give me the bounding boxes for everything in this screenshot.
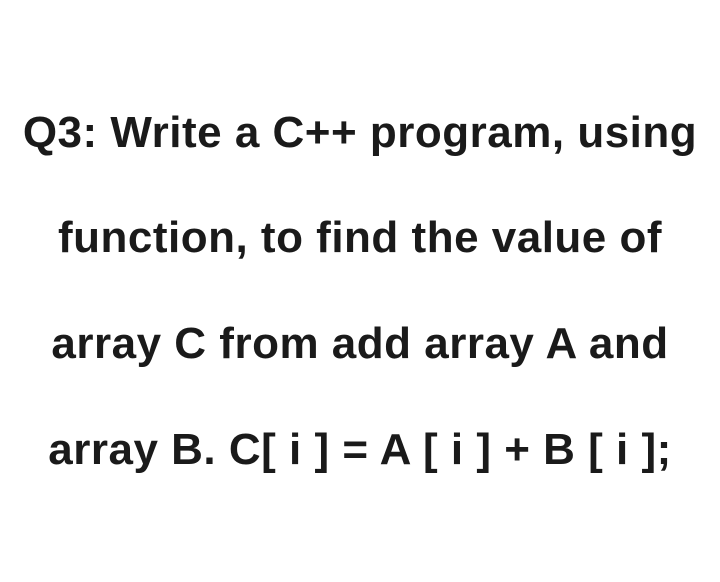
question-text: Q3: Write a C++ program, using function,…	[10, 80, 710, 502]
